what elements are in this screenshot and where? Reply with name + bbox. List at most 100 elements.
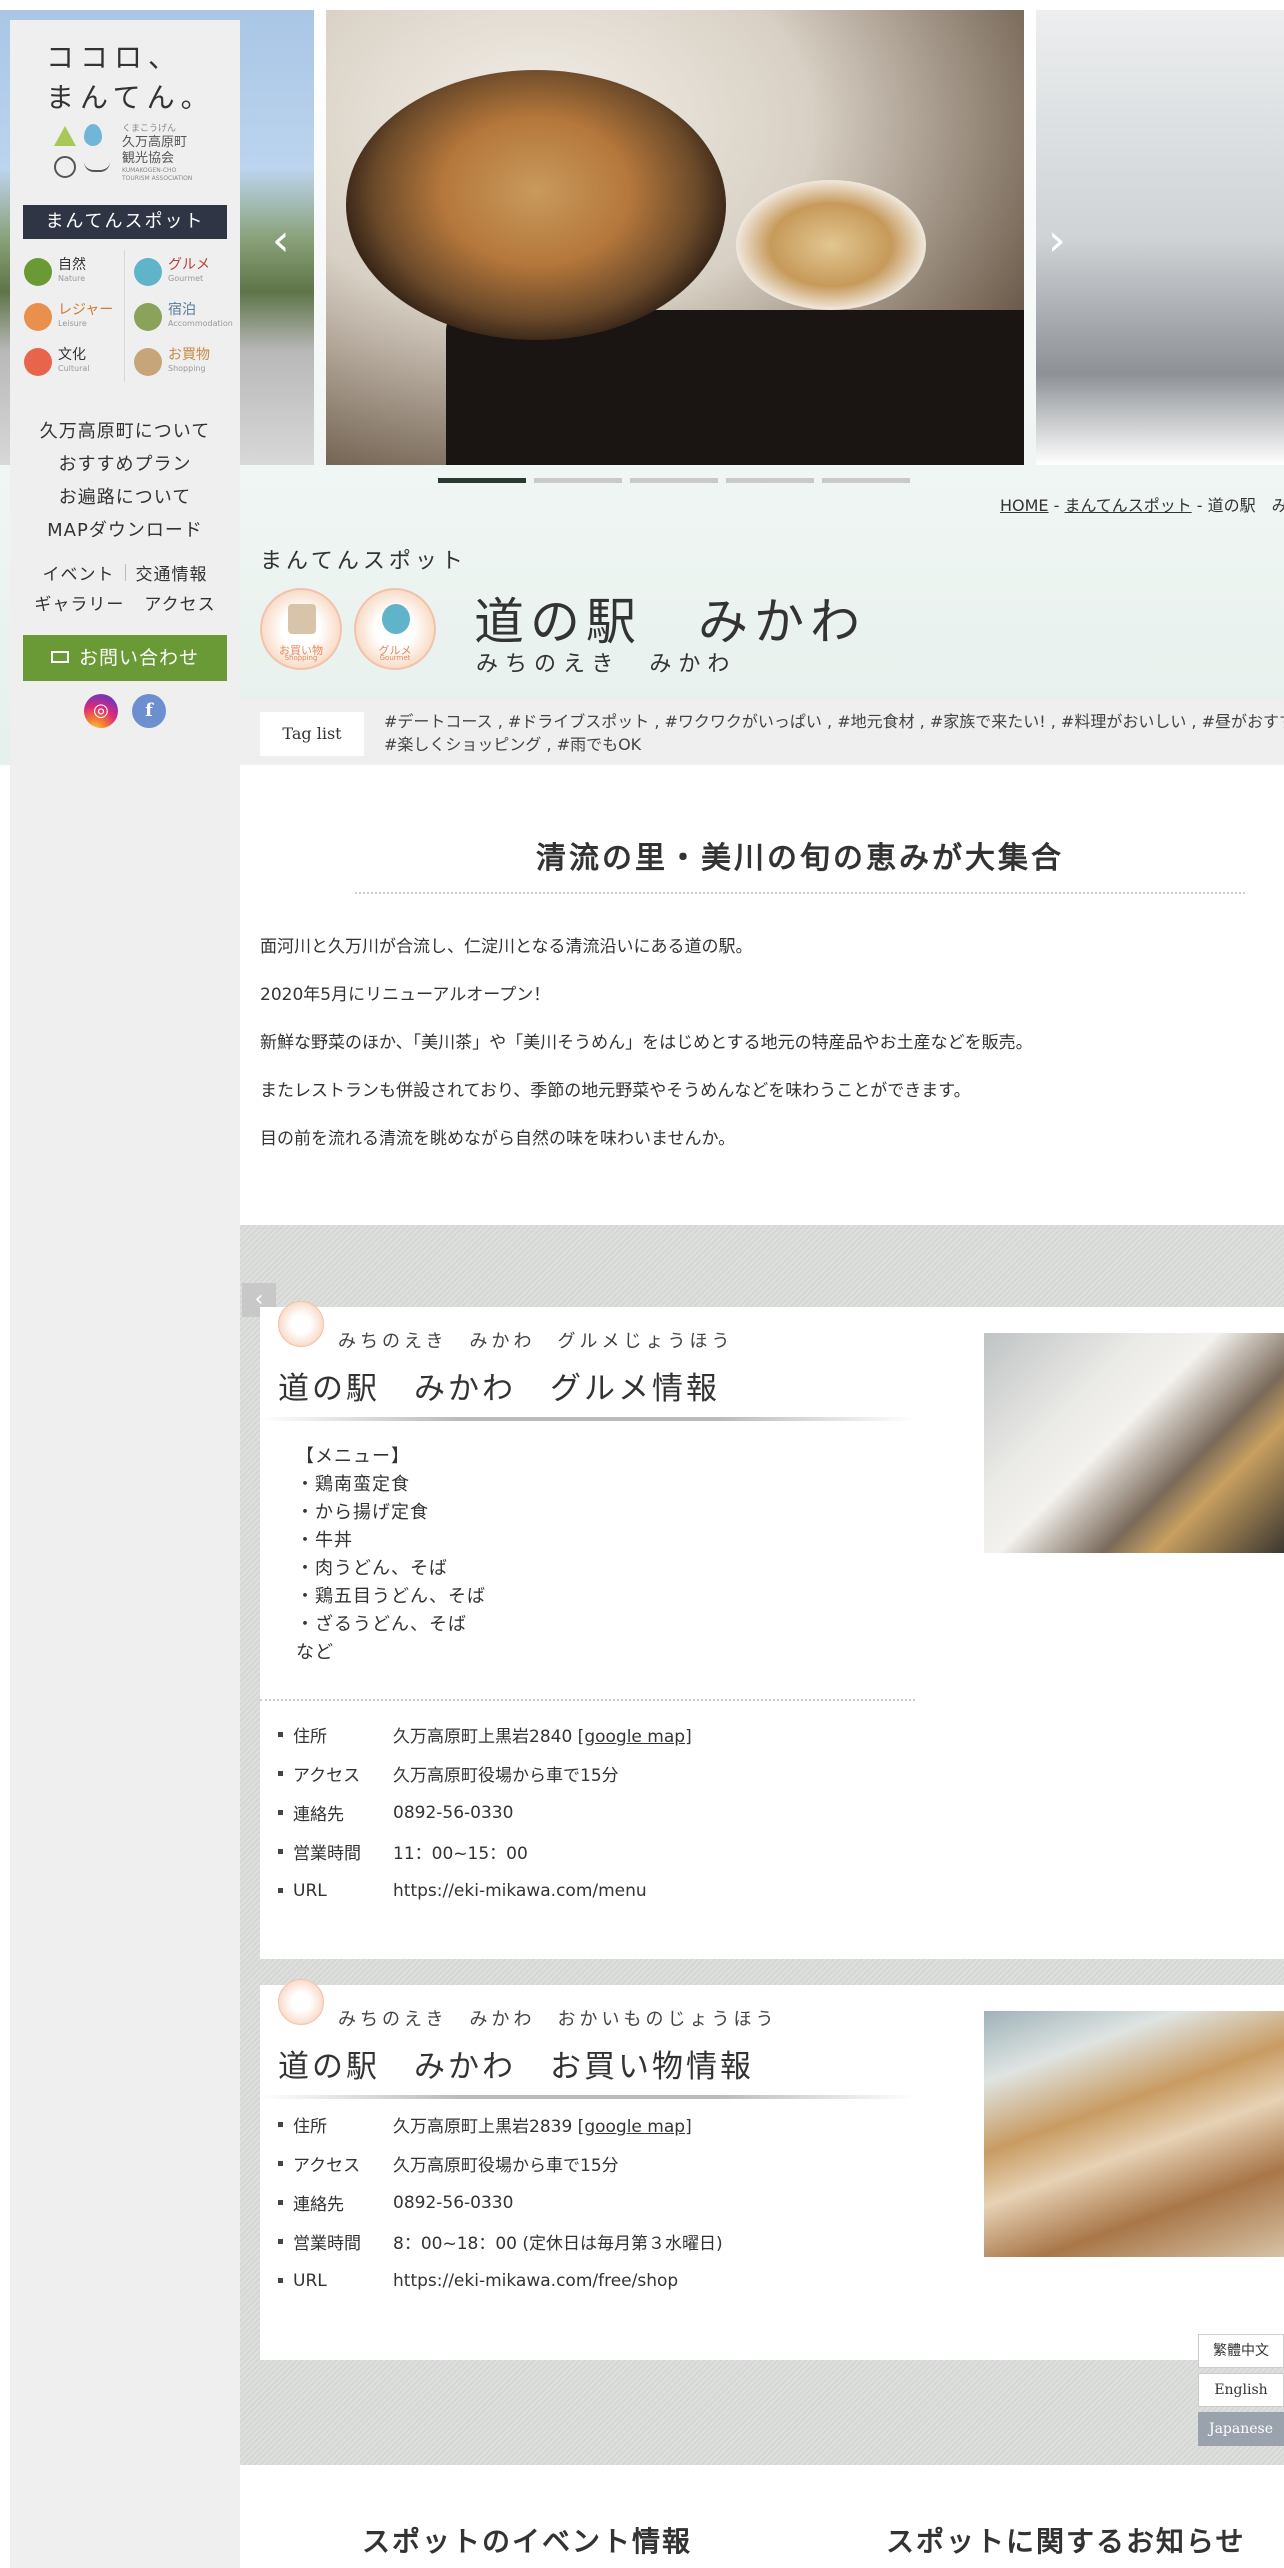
gourmet-photo <box>984 1333 1284 1553</box>
slide-next-image[interactable] <box>1036 10 1284 465</box>
menu-list: 【メニュー】 ・鶏南蛮定食 ・から揚げ定食 ・牛丼 ・肉うどん、そば ・鶏五目う… <box>296 1446 486 1663</box>
info-row-hours: 営業時間 11：00~15：00 <box>278 1832 918 1871</box>
logo-mark-icon <box>54 122 114 182</box>
info-row-address: 住所 久万高原町上黒岩2840 [google map] <box>278 1715 918 1754</box>
gourmet-info-card: みちのえき みかわ グルメじょうほう 道の駅 みかわ グルメ情報 【メニュー】 … <box>260 1301 1284 1959</box>
sidebar-link-traffic[interactable]: 交通情報 <box>126 560 218 585</box>
lead-title: 清流の里・美川の旬の恵みが大集合 <box>536 841 1064 876</box>
sidebar-pair-row: ギャラリー アクセス <box>10 590 240 615</box>
card-ruby: みちのえき みかわ グルメじょうほう <box>338 1331 734 1352</box>
sidebar-link-access[interactable]: アクセス <box>134 590 225 615</box>
category-nature[interactable]: 自然 Nature <box>24 250 124 294</box>
info-row-phone: 連絡先 0892-56-0330 <box>278 1793 918 1832</box>
slider-dots <box>438 478 910 483</box>
description-paragraph: 2020年5月にリニューアルオープン！ <box>260 985 551 1005</box>
breadcrumb-current: 道の駅 み <box>1207 496 1284 515</box>
divider <box>260 2095 915 2099</box>
page-title-ruby: みちのえき みかわ <box>476 652 737 677</box>
slider-dot[interactable] <box>726 478 814 483</box>
slider-dot[interactable] <box>630 478 718 483</box>
shopping-badge-icon <box>278 1979 324 2025</box>
breadcrumb-home[interactable]: HOME <box>1000 496 1049 515</box>
site-logo[interactable]: ココロ、 まんてん。 くまこうげん 久万高原町 観光協会 KUMAKOGEN-C… <box>10 20 240 190</box>
instagram-icon[interactable]: ◎ <box>84 694 118 728</box>
slider-prev-arrow-icon[interactable]: ‹ <box>272 215 290 266</box>
tag-links[interactable]: #デートコース , #ドライブスポット , #ワクワクがいっぱい , #地元食材… <box>384 710 1284 756</box>
sidebar-links: 久万高原町について おすすめプラン お遍路について MAPダウンロード <box>10 415 240 547</box>
bag-icon <box>134 348 162 376</box>
news-heading: スポットに関するお知らせ <box>886 2525 1246 2558</box>
rice-bowl-shape <box>346 70 726 340</box>
info-row-access: アクセス 久万高原町役場から車で15分 <box>278 1754 918 1793</box>
google-map-link[interactable]: google map <box>584 1727 685 1747</box>
language-en-button[interactable]: English <box>1198 2373 1284 2407</box>
slider-dot[interactable] <box>438 478 526 483</box>
gourmet-badge-icon <box>278 1301 324 1347</box>
slider-dot[interactable] <box>534 478 622 483</box>
sidebar-link-about[interactable]: 久万高原町について <box>10 415 240 448</box>
breadcrumb-parent[interactable]: まんてんスポット <box>1065 496 1192 515</box>
google-map-link[interactable]: google map <box>584 2117 685 2137</box>
description-paragraph: 新鮮な野菜のほか、「美川茶」や「美川そうめん」をはじめとする地元の特産品やお土産… <box>260 1033 1033 1053</box>
events-heading: スポットのイベント情報 <box>362 2525 693 2558</box>
sidebar-link-events[interactable]: イベント <box>33 560 125 585</box>
shopping-info-list: 住所 久万高原町上黒岩2839 [google map] アクセス 久万高原町役場か… <box>278 2105 918 2300</box>
language-zh-tw-button[interactable]: 繁體中文 <box>1198 2334 1284 2368</box>
bag-icon <box>288 604 316 634</box>
logo-text: ココロ、 まんてん。 <box>46 41 215 114</box>
spot-heading[interactable]: まんてんスポット <box>23 205 227 239</box>
slider-next-arrow-icon[interactable]: › <box>1048 215 1066 266</box>
plate-icon <box>382 604 410 634</box>
category-gourmet[interactable]: グルメ Gourmet <box>134 250 234 294</box>
logo-subtext: くまこうげん 久万高原町 観光協会 KUMAKOGEN-CHO TOURISM … <box>122 124 193 182</box>
gourmet-info-list: 住所 久万高原町上黒岩2840 [google map] アクセス 久万高原町役場か… <box>278 1715 918 1910</box>
shopping-photo <box>984 2011 1284 2257</box>
section-label: まんてんスポット <box>260 549 467 574</box>
sidebar: ココロ、 まんてん。 くまこうげん 久万高原町 観光協会 KUMAKOGEN-C… <box>10 20 240 2568</box>
shopping-info-card: みちのえき みかわ おかいものじょうほう 道の駅 みかわ お買い物情報 住所 久万… <box>260 1979 1284 2360</box>
info-row-address: 住所 久万高原町上黒岩2839 [google map] <box>278 2105 918 2144</box>
category-leisure[interactable]: レジャー Leisure <box>24 295 124 339</box>
info-row-url: URL https://eki-mikawa.com/free/shop <box>278 2261 918 2300</box>
sidebar-link-ohenro[interactable]: お遍路について <box>10 481 240 514</box>
tree-icon <box>24 258 52 286</box>
contact-button[interactable]: お問い合わせ <box>23 635 227 681</box>
plate-icon <box>134 258 162 286</box>
info-row-access: アクセス 久万高原町役場から車で15分 <box>278 2144 918 2183</box>
divider <box>355 892 1245 894</box>
category-cultural[interactable]: 文化 Cultural <box>24 340 124 384</box>
category-shopping[interactable]: お買物 Shopping <box>134 340 234 384</box>
tag-list-label: Tag list <box>260 712 364 756</box>
facebook-icon[interactable]: f <box>132 694 166 728</box>
side-dish-shape <box>736 180 926 310</box>
shopping-badge: お買い物 Shopping <box>260 588 342 670</box>
description-paragraph: またレストランも併設されており、季節の地元野菜やそうめんなどを味わうことができま… <box>260 1081 971 1101</box>
mail-icon <box>50 650 69 663</box>
description-paragraph: 目の前を流れる清流を眺めながら自然の味を味わいませんか。 <box>260 1129 736 1149</box>
info-row-url: URL https://eki-mikawa.com/menu <box>278 1871 918 1910</box>
description-paragraph: 面河川と久万川が合流し、仁淀川となる清流沿いにある道の駅。 <box>260 937 753 957</box>
card-title: 道の駅 みかわ グルメ情報 <box>278 1371 720 1407</box>
divider <box>260 1417 915 1421</box>
category-accommodation[interactable]: 宿泊 Accommodation <box>134 295 234 339</box>
hat-icon <box>24 303 52 331</box>
info-row-phone: 連絡先 0892-56-0330 <box>278 2183 918 2222</box>
card-ruby: みちのえき みかわ おかいものじょうほう <box>338 2009 778 2030</box>
tag-list: Tag list #デートコース , #ドライブスポット , #ワクワクがいっぱ… <box>240 700 1284 765</box>
sidebar-link-plans[interactable]: おすすめプラン <box>10 448 240 481</box>
divider <box>260 1699 915 1701</box>
contact-label: お問い合わせ <box>78 647 199 669</box>
language-ja-button[interactable]: Japanese <box>1198 2412 1284 2446</box>
slider-dot[interactable] <box>822 478 910 483</box>
slide-current-image[interactable] <box>326 10 1024 465</box>
sidebar-link-gallery[interactable]: ギャラリー <box>24 590 134 615</box>
sns-links: ◎ f <box>84 694 166 728</box>
gourmet-badge: グルメ Gourmet <box>354 588 436 670</box>
info-row-hours: 営業時間 8：00~18：00 (定休日は毎月第３水曜日) <box>278 2222 918 2261</box>
page-title: 道の駅 みかわ <box>474 593 866 651</box>
sidebar-link-map[interactable]: MAPダウンロード <box>10 514 240 547</box>
divider <box>124 250 125 382</box>
sidebar-pair-row: イベント 交通情報 <box>10 560 240 585</box>
house-icon <box>134 303 162 331</box>
breadcrumb: HOME - まんてんスポット - 道の駅 み <box>1000 492 1284 516</box>
